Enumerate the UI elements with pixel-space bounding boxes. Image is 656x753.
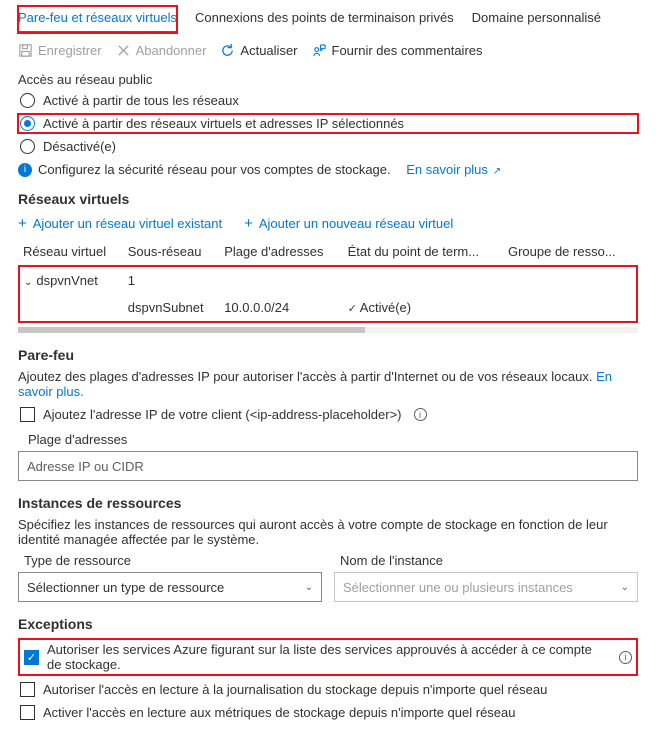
radio-icon: [20, 116, 35, 131]
radio-icon: [20, 93, 35, 108]
col-rg[interactable]: Groupe de resso...: [504, 238, 637, 266]
ip-range-input[interactable]: [18, 451, 638, 481]
instance-name-select: Sélectionner une ou plusieurs instances …: [334, 572, 638, 602]
cell-count: 1: [124, 266, 220, 294]
instance-name-value: Sélectionner une ou plusieurs instances: [343, 580, 573, 595]
discard-label: Abandonner: [136, 43, 207, 58]
instances-description: Spécifiez les instances de ressources qu…: [18, 517, 638, 547]
radio-selected-networks[interactable]: Activé à partir des réseaux virtuels et …: [18, 114, 638, 133]
plus-icon: +: [244, 215, 253, 232]
checkbox-icon: [20, 682, 35, 697]
resource-type-select[interactable]: Sélectionner un type de ressource ⌄: [18, 572, 322, 602]
check-icon: ✓: [348, 303, 357, 315]
info-icon[interactable]: i: [619, 651, 632, 664]
info-icon[interactable]: i: [414, 408, 427, 421]
public-access-info: i Configurez la sécurité réseau pour vos…: [18, 162, 638, 177]
read-metrics-checkbox[interactable]: Activer l'accès en lecture aux métriques…: [18, 703, 638, 722]
chevron-down-icon: ⌄: [24, 277, 32, 288]
checkbox-icon: [20, 705, 35, 720]
cell-range: 10.0.0.0/24: [220, 294, 343, 322]
save-icon: [18, 43, 33, 58]
checkbox-icon: [20, 407, 35, 422]
info-text: Configurez la sécurité réseau pour vos c…: [38, 162, 391, 177]
radio-label: Désactivé(e): [43, 139, 116, 154]
discard-button[interactable]: Abandonner: [116, 43, 207, 58]
table-row[interactable]: dspvnSubnet 10.0.0.0/24 ✓Activé(e): [19, 294, 637, 322]
radio-icon: [20, 139, 35, 154]
trusted-services-checkbox[interactable]: ✓ Autoriser les services Azure figurant …: [18, 638, 638, 676]
exceptions-heading: Exceptions: [18, 616, 638, 632]
tab-private-endpoints[interactable]: Connexions des points de terminaison pri…: [195, 6, 454, 33]
cell-subnet: dspvnSubnet: [124, 294, 220, 322]
firewall-description: Ajoutez des plages d'adresses IP pour au…: [18, 369, 638, 399]
chevron-down-icon: ⌄: [305, 582, 313, 593]
firewall-heading: Pare-feu: [18, 347, 638, 363]
save-button[interactable]: Enregistrer: [18, 43, 102, 58]
horizontal-scrollbar[interactable]: [18, 327, 638, 333]
instance-name-label: Nom de l'instance: [334, 553, 638, 568]
learn-more-link[interactable]: En savoir plus ↗: [406, 162, 501, 177]
close-icon: [116, 43, 131, 58]
chevron-down-icon: ⌄: [621, 582, 629, 593]
cell-vnet: dspvnVnet: [36, 273, 97, 288]
tab-firewall[interactable]: Pare-feu et réseaux virtuels: [18, 6, 177, 33]
info-icon: i: [18, 163, 32, 177]
plus-icon: +: [18, 215, 27, 232]
radio-all-networks[interactable]: Activé à partir de tous les réseaux: [18, 91, 638, 110]
radio-label: Activé à partir de tous les réseaux: [43, 93, 239, 108]
radio-label: Activé à partir des réseaux virtuels et …: [43, 116, 404, 131]
cell-state: Activé(e): [360, 300, 411, 315]
vnet-heading: Réseaux virtuels: [18, 191, 638, 207]
client-ip-label: Ajoutez l'adresse IP de votre client (<i…: [43, 407, 402, 422]
feedback-label: Fournir des commentaires: [332, 43, 483, 58]
col-state[interactable]: État du point de term...: [344, 238, 504, 266]
table-header-row: Réseau virtuel Sous-réseau Plage d'adres…: [19, 238, 637, 266]
read-logs-label: Autoriser l'accès en lecture à la journa…: [43, 682, 547, 697]
networking-tabs: Pare-feu et réseaux virtuels Connexions …: [18, 6, 638, 33]
add-new-label: Ajouter un nouveau réseau virtuel: [259, 216, 453, 231]
feedback-button[interactable]: Fournir des commentaires: [312, 43, 483, 58]
add-existing-vnet-button[interactable]: + Ajouter un réseau virtuel existant: [18, 215, 222, 232]
col-subnet[interactable]: Sous-réseau: [124, 238, 220, 266]
resource-type-label: Type de ressource: [18, 553, 322, 568]
table-row[interactable]: ⌄ dspvnVnet 1: [19, 266, 637, 294]
add-client-ip-checkbox[interactable]: Ajoutez l'adresse IP de votre client (<i…: [18, 405, 638, 424]
person-feedback-icon: [312, 43, 327, 58]
radio-disabled[interactable]: Désactivé(e): [18, 137, 638, 156]
add-new-vnet-button[interactable]: + Ajouter un nouveau réseau virtuel: [244, 215, 453, 232]
instances-heading: Instances de ressources: [18, 495, 638, 511]
col-range[interactable]: Plage d'adresses: [220, 238, 343, 266]
command-bar: Enregistrer Abandonner Actualiser Fourni…: [18, 43, 638, 58]
trusted-services-label: Autoriser les services Azure figurant su…: [47, 642, 607, 672]
refresh-button[interactable]: Actualiser: [220, 43, 297, 58]
public-access-heading: Accès au réseau public: [18, 72, 638, 87]
add-existing-label: Ajouter un réseau virtuel existant: [33, 216, 222, 231]
refresh-label: Actualiser: [240, 43, 297, 58]
read-logs-checkbox[interactable]: Autoriser l'accès en lecture à la journa…: [18, 680, 638, 699]
resource-type-value: Sélectionner un type de ressource: [27, 580, 224, 595]
read-metrics-label: Activer l'accès en lecture aux métriques…: [43, 705, 516, 720]
save-label: Enregistrer: [38, 43, 102, 58]
col-vnet[interactable]: Réseau virtuel: [19, 238, 124, 266]
checkbox-icon: ✓: [24, 650, 39, 665]
ip-range-label: Plage d'adresses: [28, 432, 638, 447]
vnet-table: Réseau virtuel Sous-réseau Plage d'adres…: [18, 238, 638, 323]
external-link-icon: ↗: [490, 166, 501, 177]
tab-custom-domain[interactable]: Domaine personnalisé: [472, 6, 601, 33]
refresh-icon: [220, 43, 235, 58]
